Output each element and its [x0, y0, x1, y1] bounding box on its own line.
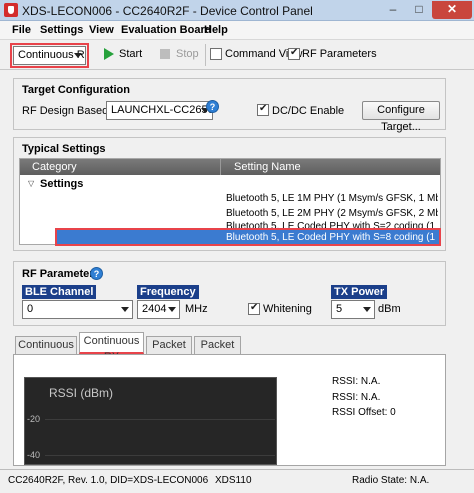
ble-channel-value: 0: [27, 303, 34, 315]
tab-continuous-tx[interactable]: Continuous TX: [15, 336, 77, 367]
rf-design-select[interactable]: LAUNCHXL-CC2650: [106, 101, 213, 120]
col-setting-name[interactable]: Setting Name: [234, 161, 301, 173]
y-tick-label: -20: [27, 414, 41, 424]
status-bar: CC2640R2F, Rev. 1.0, DID=XDS-LECON006 XD…: [0, 469, 474, 493]
chevron-down-icon: [121, 307, 129, 312]
menu-view[interactable]: View: [89, 24, 114, 36]
menu-settings[interactable]: Settings: [40, 24, 83, 36]
stop-icon: [160, 49, 170, 59]
rssi-offset-value: RSSI Offset: 0: [332, 407, 396, 418]
stop-button[interactable]: Stop: [176, 48, 199, 60]
grid-line: [45, 419, 275, 420]
menu-file[interactable]: File: [12, 24, 31, 36]
frequency-unit: MHz: [185, 303, 208, 315]
target-configuration-title: Target Configuration: [22, 84, 130, 96]
continuous-rx-panel: RSSI (dBm) -20 -40 RSSI: N.A. RSSI: N.A.…: [13, 354, 446, 466]
tab-continuous-rx[interactable]: Continuous RX: [79, 332, 144, 363]
chevron-down-icon: [363, 307, 371, 312]
whitening-checkbox[interactable]: [248, 302, 260, 315]
help-icon[interactable]: ?: [206, 100, 219, 113]
y-tick-label: -40: [27, 450, 41, 460]
radio-state: Radio State: N.A.: [352, 475, 430, 486]
menu-evaluation-board[interactable]: Evaluation Board: [121, 24, 211, 36]
close-button[interactable]: ✕: [432, 1, 472, 19]
probe-info: XDS110: [215, 475, 252, 486]
settings-table: Category Setting Name ▽ Settings Bluetoo…: [19, 158, 441, 246]
dcdc-enable-label: DC/DC Enable: [272, 105, 345, 117]
play-icon[interactable]: [104, 48, 114, 60]
rf-parameters-panel: RF Parameters ? BLE Channel 0 Frequency …: [13, 261, 446, 326]
help-icon[interactable]: ?: [90, 267, 103, 280]
toolbar-divider: [205, 44, 206, 66]
chevron-down-icon: [74, 53, 82, 58]
typical-settings-panel: Typical Settings Category Setting Name ▽…: [13, 137, 446, 251]
col-divider: [220, 159, 221, 175]
col-category[interactable]: Category: [32, 161, 77, 173]
rf-design-value: LAUNCHXL-CC2650: [111, 104, 213, 116]
configure-target-button[interactable]: Configure Target...: [362, 101, 440, 133]
rf-parameters-label: RF Parameters: [302, 48, 377, 60]
chevron-down-icon: [168, 307, 176, 312]
rssi-max-value: RSSI: N.A.: [332, 392, 381, 403]
tab-packet-tx[interactable]: Packet TX: [146, 336, 192, 367]
collapse-icon[interactable]: ▽: [28, 179, 34, 188]
tx-power-unit: dBm: [378, 303, 401, 315]
rf-parameters-title: RF Parameters: [22, 268, 100, 280]
frequency-value: 2404: [142, 303, 167, 315]
rf-parameters-checkbox[interactable]: [288, 47, 300, 60]
ti-logo-icon: [4, 3, 18, 17]
start-button[interactable]: Start: [119, 48, 142, 60]
table-header: Category Setting Name: [20, 159, 440, 175]
frequency-label: Frequency: [137, 285, 199, 299]
menu-help[interactable]: Help: [204, 24, 228, 36]
title-bar: XDS-LECON006 - CC2640R2F - Device Contro…: [0, 0, 474, 21]
ble-channel-select[interactable]: 0: [22, 300, 133, 319]
tab-packet-rx[interactable]: Packet RX: [194, 336, 241, 367]
target-configuration-panel: Target Configuration RF Design Based On:…: [13, 78, 446, 133]
command-view-checkbox[interactable]: [210, 48, 222, 60]
rssi-value: RSSI: N.A.: [332, 376, 381, 387]
tx-power-select[interactable]: 5: [331, 300, 375, 319]
menu-bar: File Settings View Evaluation Board Help: [0, 21, 474, 40]
frequency-select[interactable]: 2404: [137, 300, 180, 319]
table-row[interactable]: Bluetooth 5, LE 2M PHY (2 Msym/s GFSK, 2…: [226, 208, 438, 219]
tx-power-label: TX Power: [331, 285, 388, 299]
ble-channel-label: BLE Channel: [22, 285, 97, 299]
mode-select[interactable]: Continuous RX: [13, 46, 86, 65]
table-row[interactable]: Bluetooth 5, LE 1M PHY (1 Msym/s GFSK, 1…: [226, 193, 438, 204]
toolbar: Continuous RX Start Stop Command View RF…: [0, 40, 474, 70]
maximize-button[interactable]: □: [406, 1, 432, 19]
window-title: XDS-LECON006 - CC2640R2F - Device Contro…: [22, 4, 313, 18]
grid-line: [45, 455, 275, 456]
whitening-label: Whitening: [263, 303, 312, 315]
device-info: CC2640R2F, Rev. 1.0, DID=XDS-LECON006: [8, 475, 209, 486]
rssi-plot-title: RSSI (dBm): [49, 386, 114, 400]
dcdc-enable-checkbox[interactable]: [257, 103, 269, 116]
rssi-plot: RSSI (dBm) -20 -40: [24, 377, 277, 465]
table-row-selected[interactable]: Bluetooth 5, LE Coded PHY with S=8 codin…: [226, 232, 438, 243]
minimize-button[interactable]: –: [380, 1, 406, 19]
tx-power-value: 5: [336, 303, 343, 315]
settings-group-label[interactable]: Settings: [40, 178, 83, 190]
typical-settings-title: Typical Settings: [22, 143, 106, 155]
